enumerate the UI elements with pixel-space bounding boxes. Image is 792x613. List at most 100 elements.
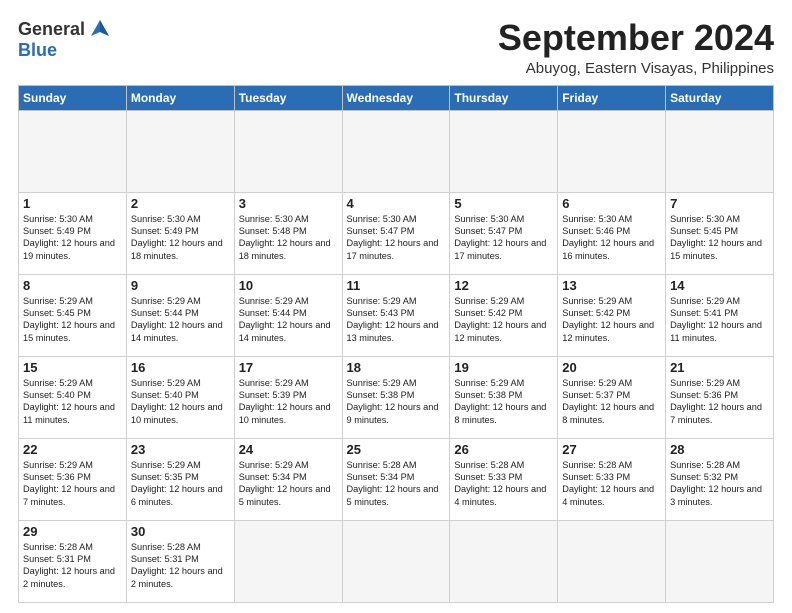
day-info: Sunrise: 5:29 AMSunset: 5:40 PMDaylight:… [131,377,230,427]
day-info: Sunrise: 5:29 AMSunset: 5:37 PMDaylight:… [562,377,661,427]
day-number: 11 [347,278,446,293]
calendar-cell [558,110,666,192]
day-number: 1 [23,196,122,211]
calendar-cell [450,110,558,192]
calendar-cell: 3 Sunrise: 5:30 AMSunset: 5:48 PMDaylight… [234,192,342,274]
day-info: Sunrise: 5:30 AMSunset: 5:49 PMDaylight:… [23,213,122,263]
calendar-cell: 4Sunrise: 5:30 AMSunset: 5:47 PMDaylight… [342,192,450,274]
day-number: 14 [670,278,769,293]
calendar-cell [666,110,774,192]
calendar-week-3: 15Sunrise: 5:29 AMSunset: 5:40 PMDayligh… [19,356,774,438]
calendar-cell: 8Sunrise: 5:29 AMSunset: 5:45 PMDaylight… [19,274,127,356]
logo: General Blue [18,18,111,61]
day-info: Sunrise: 5:28 AMSunset: 5:31 PMDaylight:… [23,541,122,591]
calendar-cell [450,520,558,602]
calendar-cell: 13Sunrise: 5:29 AMSunset: 5:42 PMDayligh… [558,274,666,356]
day-number: 13 [562,278,661,293]
day-info: Sunrise: 5:29 AMSunset: 5:34 PMDaylight:… [239,459,338,509]
day-number: 22 [23,442,122,457]
day-number: 30 [131,524,230,539]
calendar-cell: 30Sunrise: 5:28 AMSunset: 5:31 PMDayligh… [126,520,234,602]
day-number: 18 [347,360,446,375]
calendar-cell: 27Sunrise: 5:28 AMSunset: 5:33 PMDayligh… [558,438,666,520]
location-title: Abuyog, Eastern Visayas, Philippines [498,60,774,77]
col-wednesday: Wednesday [342,85,450,110]
day-info: Sunrise: 5:29 AMSunset: 5:38 PMDaylight:… [454,377,553,427]
day-number: 23 [131,442,230,457]
day-number: 2 [131,196,230,211]
day-number: 20 [562,360,661,375]
calendar-week-4: 22 Sunrise: 5:29 AMSunset: 5:36 PMDayligh… [19,438,774,520]
calendar-cell [234,520,342,602]
day-info: Sunrise: 5:29 AMSunset: 5:38 PMDaylight:… [347,377,446,427]
calendar-cell: 5 Sunrise: 5:30 AMSunset: 5:47 PMDaylight… [450,192,558,274]
col-thursday: Thursday [450,85,558,110]
day-number: 17 [239,360,338,375]
calendar-cell: 18 Sunrise: 5:29 AMSunset: 5:38 PMDayligh… [342,356,450,438]
logo-icon [89,18,111,40]
calendar-cell: 26 Sunrise: 5:28 AMSunset: 5:33 PMDayligh… [450,438,558,520]
day-info: Sunrise: 5:30 AMSunset: 5:49 PMDaylight:… [131,213,230,263]
calendar-cell [234,110,342,192]
day-info: Sunrise: 5:29 AMSunset: 5:43 PMDaylight:… [347,295,446,345]
day-info: Sunrise: 5:28 AMSunset: 5:33 PMDaylight:… [562,459,661,509]
day-info: Sunrise: 5:30 AMSunset: 5:48 PMDaylight:… [239,213,338,263]
col-sunday: Sunday [19,85,127,110]
calendar-week-1: 1 Sunrise: 5:30 AMSunset: 5:49 PMDaylight… [19,192,774,274]
calendar-cell: 22 Sunrise: 5:29 AMSunset: 5:36 PMDayligh… [19,438,127,520]
day-number: 6 [562,196,661,211]
day-info: Sunrise: 5:29 AMSunset: 5:35 PMDaylight:… [131,459,230,509]
calendar-header-row: Sunday Monday Tuesday Wednesday Thursday… [19,85,774,110]
day-number: 25 [347,442,446,457]
col-tuesday: Tuesday [234,85,342,110]
day-number: 24 [239,442,338,457]
day-number: 4 [347,196,446,211]
day-info: Sunrise: 5:29 AMSunset: 5:41 PMDaylight:… [670,295,769,345]
col-monday: Monday [126,85,234,110]
calendar-cell: 2 Sunrise: 5:30 AMSunset: 5:49 PMDaylight… [126,192,234,274]
day-number: 9 [131,278,230,293]
day-info: Sunrise: 5:30 AMSunset: 5:46 PMDaylight:… [562,213,661,263]
day-info: Sunrise: 5:29 AMSunset: 5:42 PMDaylight:… [454,295,553,345]
calendar-cell: 20 Sunrise: 5:29 AMSunset: 5:37 PMDayligh… [558,356,666,438]
calendar-cell: 7Sunrise: 5:30 AMSunset: 5:45 PMDaylight… [666,192,774,274]
col-saturday: Saturday [666,85,774,110]
calendar-cell [126,110,234,192]
calendar-cell: 9 Sunrise: 5:29 AMSunset: 5:44 PMDaylight… [126,274,234,356]
day-number: 26 [454,442,553,457]
calendar-cell [342,110,450,192]
day-number: 16 [131,360,230,375]
logo-general-text: General [18,19,85,40]
day-info: Sunrise: 5:29 AMSunset: 5:36 PMDaylight:… [23,459,122,509]
calendar-cell: 14 Sunrise: 5:29 AMSunset: 5:41 PMDayligh… [666,274,774,356]
calendar-cell [666,520,774,602]
day-number: 12 [454,278,553,293]
calendar-cell [558,520,666,602]
calendar-cell: 23 Sunrise: 5:29 AMSunset: 5:35 PMDayligh… [126,438,234,520]
calendar-cell: 10 Sunrise: 5:29 AMSunset: 5:44 PMDayligh… [234,274,342,356]
day-info: Sunrise: 5:29 AMSunset: 5:44 PMDaylight:… [239,295,338,345]
calendar-table: Sunday Monday Tuesday Wednesday Thursday… [18,85,774,603]
calendar-cell: 11 Sunrise: 5:29 AMSunset: 5:43 PMDayligh… [342,274,450,356]
day-info: Sunrise: 5:30 AMSunset: 5:45 PMDaylight:… [670,213,769,263]
calendar-cell: 21Sunrise: 5:29 AMSunset: 5:36 PMDayligh… [666,356,774,438]
day-info: Sunrise: 5:28 AMSunset: 5:34 PMDaylight:… [347,459,446,509]
day-info: Sunrise: 5:29 AMSunset: 5:44 PMDaylight:… [131,295,230,345]
day-info: Sunrise: 5:29 AMSunset: 5:36 PMDaylight:… [670,377,769,427]
day-number: 3 [239,196,338,211]
header: General Blue September 2024 Abuyog, East… [18,18,774,77]
day-info: Sunrise: 5:28 AMSunset: 5:32 PMDaylight:… [670,459,769,509]
day-number: 8 [23,278,122,293]
day-info: Sunrise: 5:28 AMSunset: 5:33 PMDaylight:… [454,459,553,509]
day-number: 5 [454,196,553,211]
calendar-cell: 12 Sunrise: 5:29 AMSunset: 5:42 PMDayligh… [450,274,558,356]
calendar-week-0 [19,110,774,192]
day-number: 19 [454,360,553,375]
calendar-cell: 16 Sunrise: 5:29 AMSunset: 5:40 PMDayligh… [126,356,234,438]
title-area: September 2024 Abuyog, Eastern Visayas, … [498,18,774,77]
calendar-cell: 6 Sunrise: 5:30 AMSunset: 5:46 PMDaylight… [558,192,666,274]
logo-blue-text: Blue [18,40,57,61]
day-number: 10 [239,278,338,293]
calendar-cell: 29Sunrise: 5:28 AMSunset: 5:31 PMDayligh… [19,520,127,602]
day-info: Sunrise: 5:30 AMSunset: 5:47 PMDaylight:… [454,213,553,263]
